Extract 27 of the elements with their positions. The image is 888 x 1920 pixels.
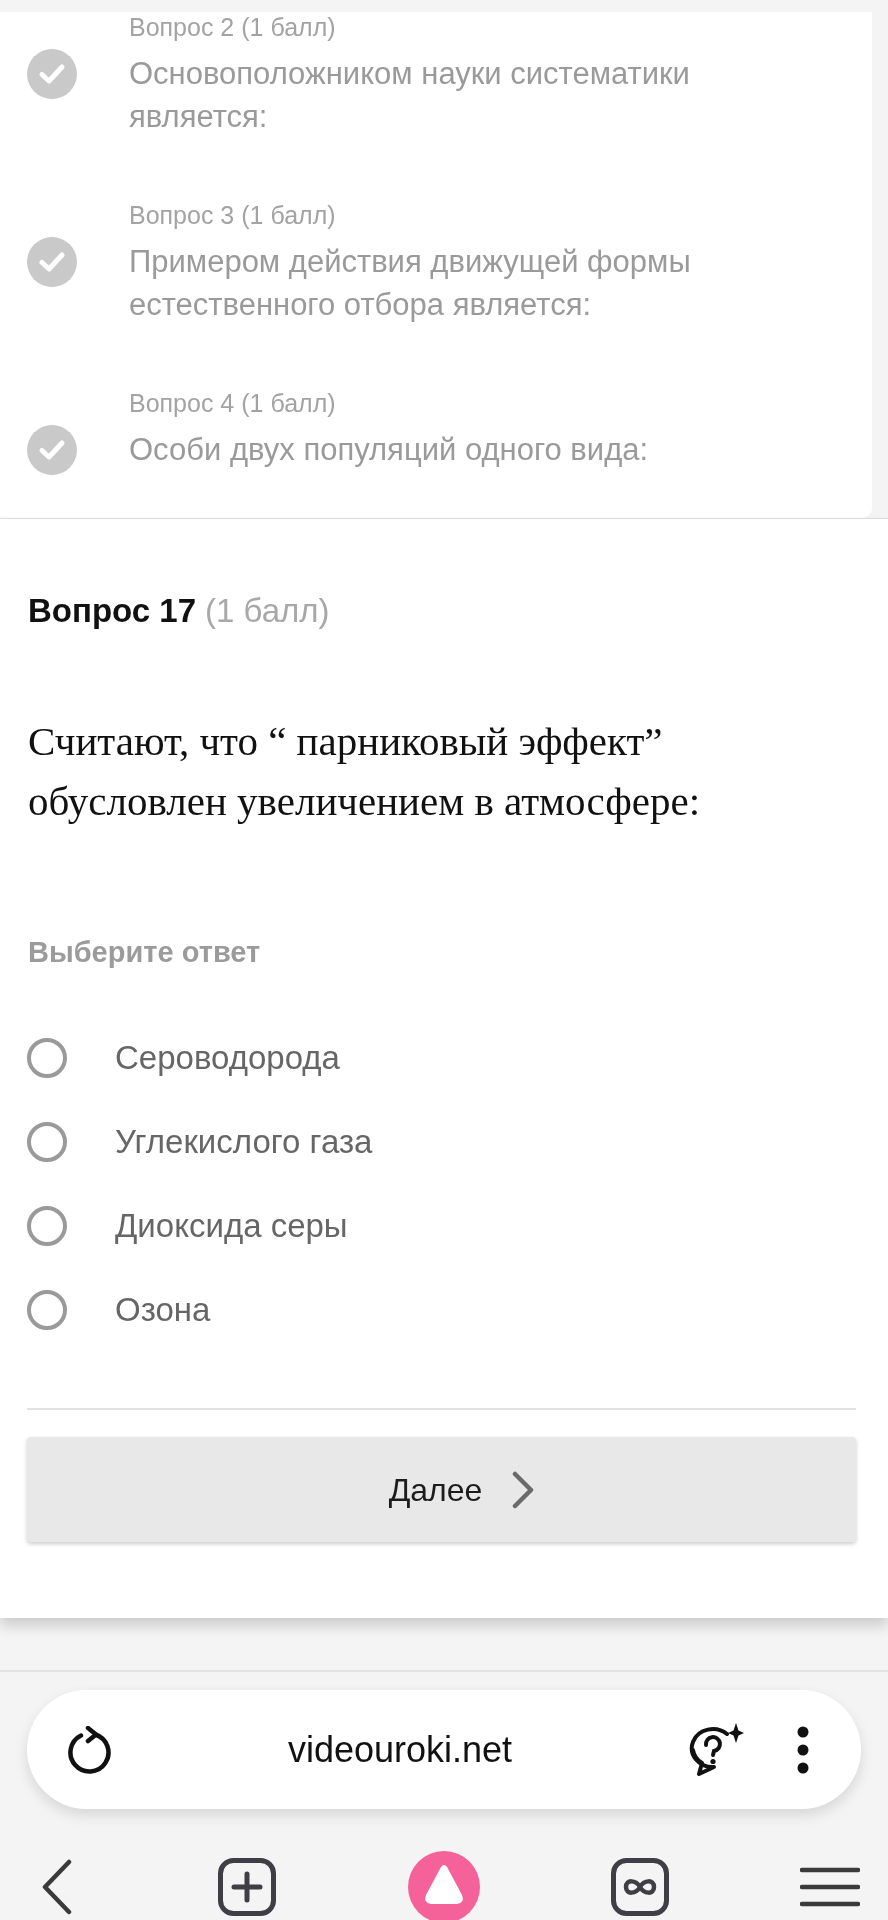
- answer-option[interactable]: Озона: [115, 1288, 211, 1332]
- radio-button[interactable]: [27, 1290, 67, 1330]
- radio-button[interactable]: [27, 1038, 67, 1078]
- question-label: Вопрос 4 (1 балл): [129, 388, 337, 418]
- answer-option[interactable]: Сероводорода: [115, 1036, 340, 1080]
- next-button[interactable]: Далее: [27, 1437, 856, 1542]
- reload-icon[interactable]: [67, 1725, 113, 1774]
- chevron-right-icon: [512, 1470, 535, 1509]
- more-vertical-icon[interactable]: [797, 1725, 809, 1774]
- assistant-icon[interactable]: [407, 1851, 480, 1920]
- question-label: Вопрос 2 (1 балл): [129, 12, 337, 42]
- answer-option[interactable]: Диоксида серы: [115, 1204, 348, 1248]
- url-text[interactable]: videouroki.net: [287, 1727, 513, 1772]
- address-bar[interactable]: videouroki.net: [27, 1690, 861, 1809]
- question-label: Вопрос 3 (1 балл): [129, 200, 337, 230]
- question-text: Считают, что “ парниковый эффект” обусловлен увеличением в атмосфере:: [28, 717, 702, 826]
- question-points: (1 балл): [205, 591, 330, 631]
- radio-button[interactable]: [27, 1206, 67, 1246]
- radio-button[interactable]: [27, 1122, 67, 1162]
- answer-option[interactable]: Углекислого газа: [115, 1120, 373, 1164]
- new-tab-plus-icon[interactable]: [218, 1858, 277, 1916]
- chat-question-sparkle-icon[interactable]: [687, 1721, 745, 1778]
- back-chevron-icon[interactable]: [42, 1859, 72, 1915]
- menu-icon[interactable]: [800, 1867, 860, 1907]
- answer-prompt: Выберите ответ: [28, 935, 262, 970]
- infinity-square-icon[interactable]: [610, 1858, 669, 1916]
- question-number: Вопрос 17: [28, 591, 197, 631]
